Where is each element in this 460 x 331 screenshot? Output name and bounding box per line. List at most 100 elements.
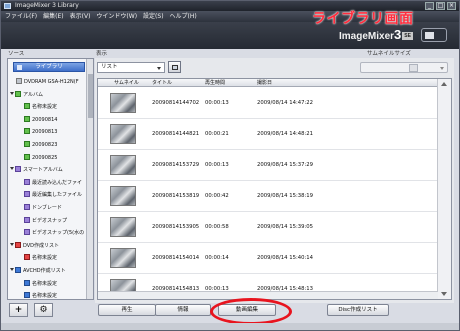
source-tree-item[interactable]: 名称未設定 xyxy=(10,278,86,291)
tools-button[interactable]: ⚙ xyxy=(34,303,53,317)
drive-icon xyxy=(16,78,22,84)
smart-album-icon xyxy=(24,229,30,236)
table-row[interactable]: 20090814153729 00:00:13 2009/08/14 15:37:2… xyxy=(98,150,438,181)
source-tree-item[interactable]: 20090823 xyxy=(10,139,86,152)
logo-name: ImageMixer xyxy=(339,31,395,42)
menu-settings[interactable]: 設定(S) xyxy=(143,11,164,22)
close-button[interactable]: × xyxy=(447,2,456,10)
expander-icon[interactable] xyxy=(10,167,14,171)
thumbnail-size-slider[interactable] xyxy=(360,62,448,73)
column-date[interactable]: 撮影日 xyxy=(257,79,272,87)
source-panel: ライブラリ DVDRAM GSA-H12N(F アルバム名称未設定 20090814… xyxy=(7,58,94,300)
app-logo: ImageMixer3 SE xyxy=(339,27,413,42)
maximize-button[interactable]: □ xyxy=(436,2,445,10)
expander-icon[interactable] xyxy=(10,267,14,271)
dvd-list-icon xyxy=(24,254,30,261)
video-thumbnail[interactable] xyxy=(110,186,136,206)
column-thumbnail[interactable]: サムネイル xyxy=(114,79,139,87)
cell-date: 2009/08/14 15:40:14 xyxy=(257,255,314,261)
add-button[interactable]: + xyxy=(9,303,28,317)
highlight-circle xyxy=(210,298,292,325)
source-tree-item[interactable]: 名称未設定 xyxy=(10,101,86,114)
video-thumbnail[interactable] xyxy=(110,124,136,144)
library-button[interactable]: ライブラリ xyxy=(13,62,85,72)
cell-duration: 00:00:14 xyxy=(205,255,229,261)
view-toggle-button[interactable] xyxy=(168,61,181,73)
source-tree-item[interactable]: DVDRAM GSA-H12N(F xyxy=(10,76,86,89)
chevron-down-icon xyxy=(157,67,161,70)
list-hscrollbar[interactable] xyxy=(98,291,438,299)
video-thumbnail[interactable] xyxy=(110,93,136,113)
table-row[interactable]: 20090814144702 00:00:13 2009/08/14 14:47:2… xyxy=(98,88,438,119)
column-duration[interactable]: 再生時間 xyxy=(205,79,225,87)
expander-icon[interactable] xyxy=(10,91,14,95)
source-tree-label: 名称未設定 xyxy=(32,104,58,111)
source-scrollbar[interactable] xyxy=(86,59,93,299)
app-window: ImageMixer 3 Library _ □ × ファイル(F) 編集(E)… xyxy=(0,0,460,331)
disc-list-button[interactable]: Disc作成リスト xyxy=(327,304,389,316)
table-row[interactable]: 20090814153819 00:00:42 2009/08/14 15:38:1… xyxy=(98,181,438,212)
menu-edit[interactable]: 編集(E) xyxy=(43,11,63,22)
view-mode-select[interactable]: リスト xyxy=(97,62,165,73)
video-thumbnail[interactable] xyxy=(110,248,136,268)
source-tree-label: AVCHD作成リスト xyxy=(23,267,66,274)
menu-window[interactable]: ウインドウ(W) xyxy=(96,11,137,22)
source-tree-label: 20090825 xyxy=(32,154,58,161)
table-row[interactable]: 20090814154014 00:00:14 2009/08/14 15:40:1… xyxy=(98,243,438,274)
avchd-list-icon xyxy=(24,279,30,286)
scroll-down-icon[interactable] xyxy=(441,292,447,296)
scroll-up-icon[interactable] xyxy=(441,82,447,86)
source-tree-item[interactable]: ドンブレード xyxy=(10,202,86,215)
layout-icon xyxy=(425,32,434,39)
source-tree-item[interactable]: ビデオスナップ(5(水の xyxy=(10,227,86,240)
source-tree-item[interactable]: ビデオスナップ xyxy=(10,215,86,228)
avchd-list-icon xyxy=(24,292,30,299)
source-tree-item[interactable]: 名称未設定 xyxy=(10,252,86,265)
menu-help[interactable]: ヘルプ(H) xyxy=(170,11,197,22)
source-tree-item[interactable]: 20090825 xyxy=(10,152,86,165)
slider-handle[interactable] xyxy=(409,64,418,72)
list-header: サムネイル タイトル 再生時間 撮影日 xyxy=(98,79,438,87)
info-button[interactable]: 情報 xyxy=(155,304,211,316)
minimize-button[interactable]: _ xyxy=(425,2,434,10)
source-tree-item[interactable]: 最近編集したファイル xyxy=(10,189,86,202)
view-toolbar: リスト xyxy=(95,58,454,78)
app-icon xyxy=(4,3,11,9)
video-thumbnail[interactable] xyxy=(110,217,136,237)
video-thumbnail[interactable] xyxy=(110,155,136,175)
cell-duration: 00:00:21 xyxy=(205,131,229,137)
smart-album-icon xyxy=(15,166,21,173)
smart-album-icon xyxy=(24,216,30,223)
source-tree-item[interactable]: 20090813 xyxy=(10,126,86,139)
source-tree-label: スマートアルバム xyxy=(23,167,63,174)
source-tree-item[interactable]: DVD作成リスト xyxy=(10,240,86,253)
list-scrollbar[interactable] xyxy=(437,79,451,299)
source-tree-item[interactable]: アルバム xyxy=(10,89,86,102)
source-tree-item[interactable]: 名称未設定 xyxy=(10,290,86,299)
cell-date: 2009/08/14 14:47:22 xyxy=(257,100,314,106)
table-row[interactable]: 20090814144821 00:00:21 2009/08/14 14:48:2… xyxy=(98,119,438,150)
album-icon xyxy=(24,153,30,160)
source-tree-label: 最近読み込んだファイ xyxy=(32,179,83,186)
cell-title: 20090814153905 xyxy=(152,224,200,230)
source-tree-item[interactable]: AVCHD作成リスト xyxy=(10,265,86,278)
menu-file[interactable]: ファイル(F) xyxy=(5,11,37,22)
table-row[interactable]: 20090814153905 00:00:58 2009/08/14 15:39:0… xyxy=(98,212,438,243)
expander-icon[interactable] xyxy=(10,242,14,246)
library-button-label: ライブラリ xyxy=(35,64,63,70)
menu-view[interactable]: 表示(V) xyxy=(70,11,91,22)
scroll-thumb[interactable] xyxy=(88,74,93,118)
source-tree-label: 20090823 xyxy=(32,141,58,148)
cell-date: 2009/08/14 15:39:05 xyxy=(257,224,314,230)
cell-duration: 00:00:13 xyxy=(205,162,229,168)
column-title[interactable]: タイトル xyxy=(152,79,172,87)
play-button[interactable]: 再生 xyxy=(98,304,156,316)
cell-title: 20090814154014 xyxy=(152,255,200,261)
cell-title: 20090814144702 xyxy=(152,100,200,106)
dvd-list-icon xyxy=(15,241,21,248)
layout-toggle-button[interactable] xyxy=(421,28,447,42)
source-tree-item[interactable]: 20090814 xyxy=(10,114,86,127)
cell-title: 20090814144821 xyxy=(152,131,200,137)
source-tree-item[interactable]: 最近読み込んだファイ xyxy=(10,177,86,190)
source-tree-item[interactable]: スマートアルバム xyxy=(10,164,86,177)
